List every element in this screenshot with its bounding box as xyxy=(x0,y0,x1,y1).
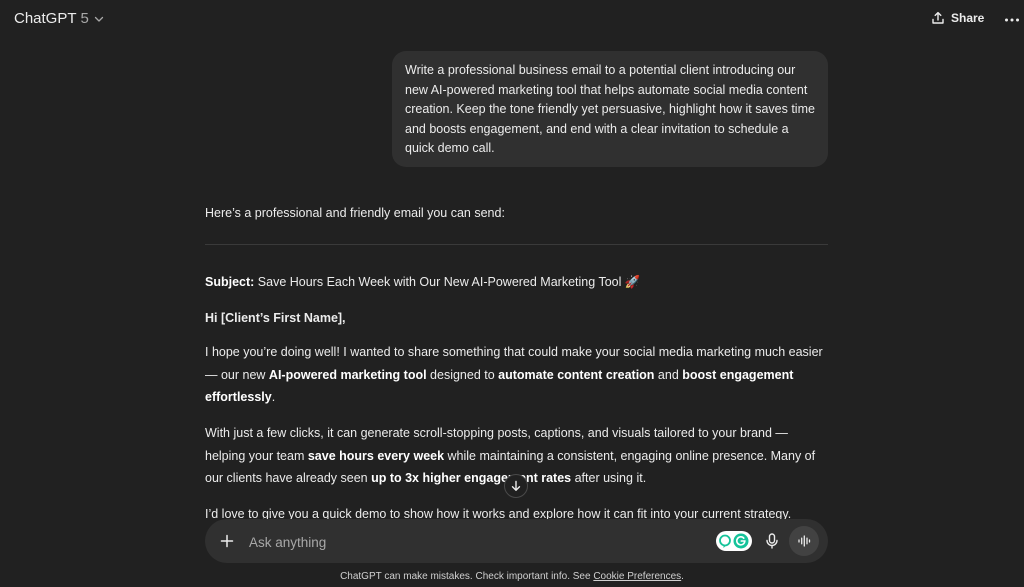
divider xyxy=(205,244,828,245)
p2-bold-2: up to 3x higher engagement rates xyxy=(371,471,572,485)
model-version: 5 xyxy=(80,10,89,27)
disclaimer-footer: ChatGPT can make mistakes. Check importa… xyxy=(0,571,1024,582)
p1-text-3: and xyxy=(654,367,683,382)
plus-icon[interactable] xyxy=(219,533,235,549)
subject-text: Save Hours Each Week with Our New AI-Pow… xyxy=(254,275,641,289)
assistant-intro: Here’s a professional and friendly email… xyxy=(205,206,505,220)
p1-bold-2: automate content creation xyxy=(498,367,655,382)
disclaimer-end: . xyxy=(681,571,684,582)
grammarly-extension-icon xyxy=(719,533,749,549)
email-paragraph-1: I hope you’re doing well! I wanted to sh… xyxy=(205,341,828,409)
p1-text-2: designed to xyxy=(426,367,499,382)
more-options-icon[interactable] xyxy=(1003,11,1021,29)
user-message-bubble: Write a professional business email to a… xyxy=(392,51,828,167)
top-bar: ChatGPT 5 Share xyxy=(0,0,1024,40)
scroll-to-bottom-button[interactable] xyxy=(504,474,528,498)
microphone-icon[interactable] xyxy=(763,532,781,550)
voice-waveform-icon xyxy=(798,535,811,547)
disclaimer-text: ChatGPT can make mistakes. Check importa… xyxy=(340,571,594,582)
share-icon xyxy=(932,11,944,24)
arrow-down-icon xyxy=(511,480,521,491)
cookie-preferences-link[interactable]: Cookie Preferences xyxy=(593,571,681,582)
subject-label: Subject: xyxy=(205,275,255,289)
model-name: ChatGPT xyxy=(14,10,77,27)
p1-bold-1: AI-powered marketing tool xyxy=(268,367,427,382)
p2-bold-1: save hours every week xyxy=(307,448,445,463)
p1-text-4: . xyxy=(271,390,276,404)
email-greeting: Hi [Client’s First Name], xyxy=(205,311,346,325)
share-button[interactable]: Share xyxy=(931,11,984,25)
model-selector[interactable]: ChatGPT 5 xyxy=(14,10,105,27)
composer xyxy=(205,519,828,563)
p2-text-3: after using it. xyxy=(571,471,647,485)
chevron-down-icon xyxy=(94,16,104,22)
grammarly-badge[interactable] xyxy=(716,531,752,551)
voice-mode-button[interactable] xyxy=(789,526,819,556)
share-label: Share xyxy=(951,11,985,25)
email-subject: Subject: Save Hours Each Week with Our N… xyxy=(205,273,640,291)
prompt-input[interactable] xyxy=(247,531,671,553)
